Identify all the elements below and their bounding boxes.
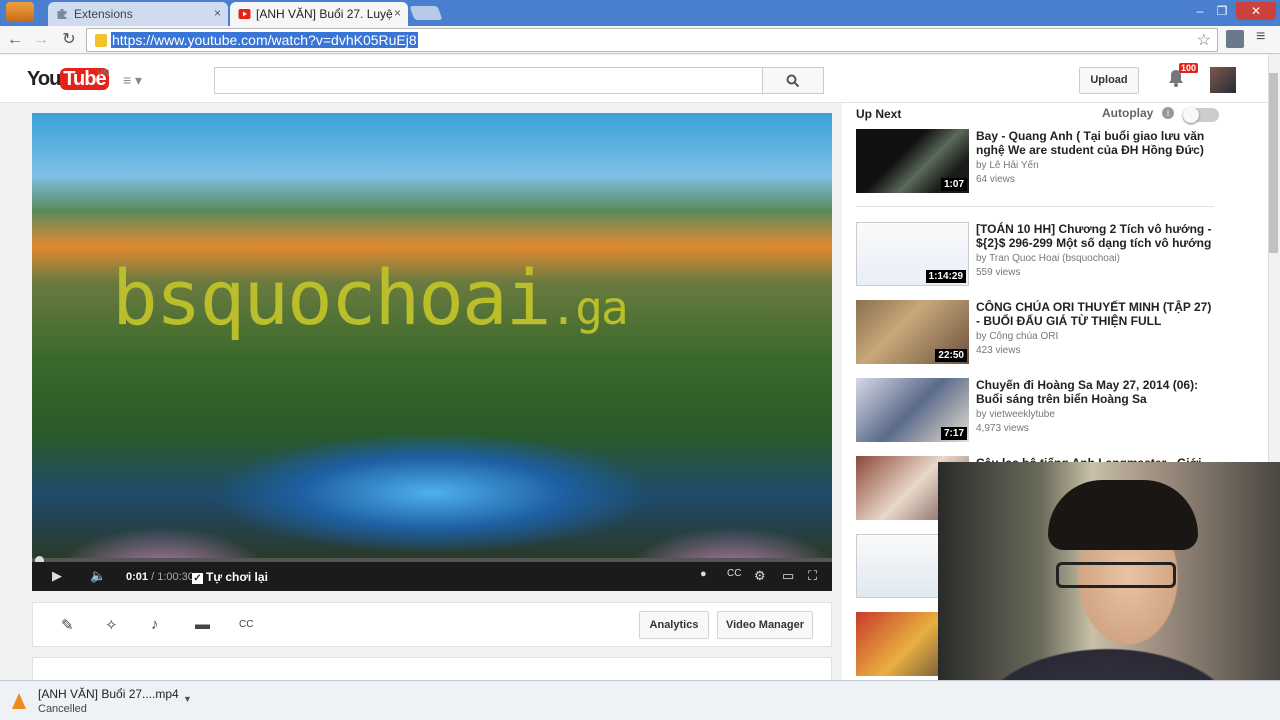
- theater-mode-icon[interactable]: ▭: [782, 568, 794, 584]
- video-thumbnail[interactable]: 1:14:29: [856, 222, 969, 286]
- hamburger-menu-icon[interactable]: ≡: [1256, 28, 1265, 46]
- time-display: 0:01 / 1:00:30: [126, 571, 194, 583]
- download-shelf: [ANH VĂN] Buổi 27....mp4 Cancelled ▼: [0, 680, 1280, 720]
- list-item[interactable]: 7:17 Chuyến đi Hoàng Sa May 27, 2014 (06…: [856, 378, 1256, 442]
- video-views: 64 views: [976, 174, 1015, 185]
- youtube-masthead: You Tube VN ≡ ▾ Upload 100: [0, 55, 1268, 103]
- close-tab-icon[interactable]: ×: [214, 6, 221, 20]
- search-icon: [786, 74, 800, 88]
- list-item[interactable]: 1:07 Bay - Quang Anh ( Tại buổi giao lưu…: [856, 129, 1256, 193]
- player-controls: ▶ 🔈 0:01 / 1:00:30 ✓ Tự chơi lại ● CC ⚙ ▭…: [32, 562, 832, 591]
- vlc-cone-icon: [12, 693, 26, 709]
- scrollbar-thumb[interactable]: [1269, 73, 1278, 253]
- volume-icon[interactable]: 🔈: [90, 568, 106, 584]
- autoplay-label: Autoplay: [1102, 106, 1154, 120]
- video-thumbnail[interactable]: 22:50: [856, 300, 969, 364]
- video-title[interactable]: [TOÁN 10 HH] Chương 2 Tích vô hướng - ${…: [976, 222, 1216, 250]
- analytics-button[interactable]: Analytics: [639, 611, 709, 639]
- divider: [856, 206, 1214, 207]
- video-title[interactable]: Chuyến đi Hoàng Sa May 27, 2014 (06): Bu…: [976, 378, 1216, 406]
- download-status: Cancelled: [38, 703, 87, 715]
- captions-icon[interactable]: CC: [727, 568, 741, 579]
- extension-icon[interactable]: [1226, 30, 1244, 48]
- tab-strip: Extensions × [ANH VĂN] Buổi 27. Luyệ × –…: [0, 0, 1280, 26]
- subtitles-cc-icon[interactable]: CC: [239, 619, 253, 630]
- address-bar[interactable]: https://www.youtube.com/watch?v=dvhK05Ru…: [86, 28, 1218, 52]
- video-thumbnail[interactable]: 7:17: [856, 378, 969, 442]
- minimize-button[interactable]: –: [1190, 2, 1210, 20]
- tab-extensions[interactable]: Extensions ×: [48, 2, 228, 26]
- burger-app-icon[interactable]: [6, 2, 34, 22]
- new-tab-button[interactable]: [409, 6, 443, 20]
- edit-pencil-icon[interactable]: ✎: [61, 616, 74, 634]
- video-channel[interactable]: by Lê Hải Yến: [976, 160, 1039, 171]
- up-next-heading: Up Next: [856, 107, 902, 121]
- audio-note-icon[interactable]: ♪: [151, 616, 159, 633]
- notification-badge: 100: [1179, 63, 1199, 73]
- video-views: 559 views: [976, 267, 1021, 278]
- download-filename[interactable]: [ANH VĂN] Buổi 27....mp4: [38, 687, 179, 701]
- video-title[interactable]: CÔNG CHÚA ORI THUYẾT MINH (TẬP 27) - BUỔ…: [976, 300, 1216, 328]
- close-tab-icon[interactable]: ×: [394, 6, 401, 20]
- reload-icon[interactable]: ↻: [59, 30, 79, 50]
- url-text[interactable]: https://www.youtube.com/watch?v=dvhK05Ru…: [111, 32, 418, 48]
- video-thumbnail[interactable]: 1:07: [856, 129, 969, 193]
- enhance-wand-icon[interactable]: ✧: [105, 616, 118, 634]
- play-icon[interactable]: ▶: [52, 568, 62, 584]
- video-channel[interactable]: by Công chúa ORI: [976, 331, 1058, 342]
- download-item[interactable]: [ANH VĂN] Buổi 27....mp4 Cancelled ▼: [2, 684, 192, 718]
- tab-label: [ANH VĂN] Buổi 27. Luyệ: [256, 7, 393, 21]
- video-watermark: bsquochoai.ga: [112, 253, 629, 342]
- search-button[interactable]: [762, 67, 824, 94]
- upload-button[interactable]: Upload: [1079, 67, 1139, 94]
- browser-toolbar: ← → ↻ https://www.youtube.com/watch?v=dv…: [0, 26, 1280, 54]
- video-player[interactable]: bsquochoai.ga ▶ 🔈 0:01 / 1:00:30 ✓ Tự chơ…: [32, 113, 832, 591]
- video-frame[interactable]: bsquochoai.ga: [32, 113, 832, 558]
- video-manager-button[interactable]: Video Manager: [717, 611, 813, 639]
- video-title[interactable]: Bay - Quang Anh ( Tại buổi giao lưu văn …: [976, 129, 1216, 157]
- video-views: 423 views: [976, 345, 1021, 356]
- video-channel[interactable]: by vietweeklytube: [976, 409, 1055, 420]
- info-icon[interactable]: i: [1162, 107, 1174, 119]
- video-channel[interactable]: by Tran Quoc Hoai (bsquochoai): [976, 253, 1120, 264]
- settings-gear-icon[interactable]: ⚙: [754, 568, 766, 584]
- close-window-button[interactable]: ✕: [1236, 2, 1276, 20]
- lock-icon: [95, 34, 107, 47]
- info-icon[interactable]: ●: [700, 568, 707, 580]
- region-label: VN: [97, 68, 110, 78]
- bookmark-star-icon[interactable]: ☆: [1197, 30, 1211, 50]
- annotations-icon[interactable]: ▬: [195, 616, 210, 633]
- loop-checkbox[interactable]: ✓ Tự chơi lại: [192, 570, 268, 584]
- tab-youtube-video[interactable]: [ANH VĂN] Buổi 27. Luyệ ×: [230, 2, 408, 26]
- puzzle-icon: [57, 9, 67, 19]
- autoplay-toggle[interactable]: [1183, 107, 1219, 123]
- guide-menu-icon[interactable]: ≡ ▾: [123, 72, 142, 89]
- youtube-icon: [238, 9, 251, 19]
- chevron-down-icon[interactable]: ▼: [183, 694, 192, 704]
- video-views: 4,973 views: [976, 423, 1029, 434]
- tab-label: Extensions: [74, 7, 133, 21]
- creator-toolbar: ✎ ✧ ♪ ▬ CC Analytics Video Manager: [32, 602, 832, 647]
- list-item[interactable]: 22:50 CÔNG CHÚA ORI THUYẾT MINH (TẬP 27)…: [856, 300, 1256, 364]
- back-arrow-icon[interactable]: ←: [5, 30, 25, 50]
- list-item[interactable]: 1:14:29 [TOÁN 10 HH] Chương 2 Tích vô hư…: [856, 222, 1256, 286]
- maximize-button[interactable]: ❐: [1212, 2, 1232, 20]
- forward-arrow-icon[interactable]: →: [31, 30, 51, 50]
- fullscreen-icon[interactable]: ⛶: [808, 568, 817, 584]
- avatar[interactable]: [1210, 67, 1236, 93]
- search-input[interactable]: [214, 67, 763, 94]
